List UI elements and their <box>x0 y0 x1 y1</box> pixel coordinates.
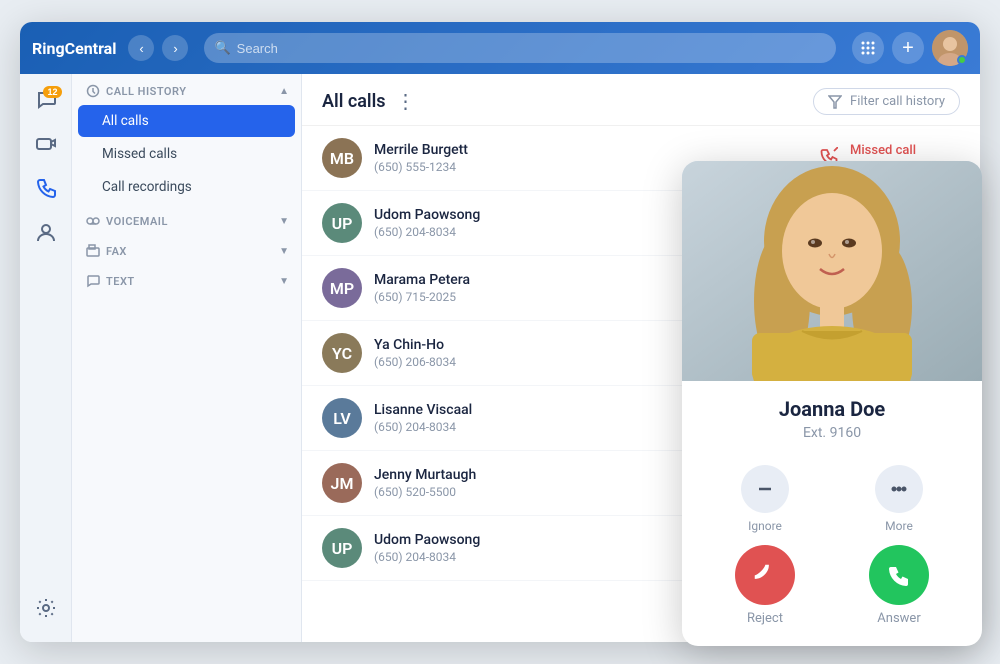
sidebar-icon-phone[interactable] <box>26 170 66 210</box>
call-history-title: CALL HISTORY <box>86 84 187 98</box>
call-avatar: JM <box>322 463 362 503</box>
title-bar: RingCentral ‹ › 🔍 + <box>20 22 980 74</box>
status-online-indicator <box>957 55 967 65</box>
answer-call-action: Answer <box>869 545 929 626</box>
nav-item-missed-calls[interactable]: Missed calls <box>78 138 295 170</box>
video-icon <box>35 133 57 160</box>
settings-icon <box>35 597 57 624</box>
answer-label: Answer <box>877 611 920 626</box>
call-history-collapse-icon: ▲ <box>279 86 289 97</box>
content-title-row: All calls ⋮ <box>322 89 416 114</box>
fax-collapse-icon: ▼ <box>279 246 289 257</box>
sidebar-icons: 12 <box>20 74 72 642</box>
reject-button[interactable] <box>735 545 795 605</box>
search-input[interactable] <box>237 41 826 56</box>
ignore-action: Ignore <box>741 465 789 533</box>
ignore-button[interactable] <box>741 465 789 513</box>
filter-placeholder: Filter call history <box>850 94 945 109</box>
sidebar-icon-contacts[interactable] <box>26 214 66 254</box>
contacts-icon <box>35 221 57 248</box>
popup-info: Joanna Doe Ext. 9160 <box>682 381 982 465</box>
more-label: More <box>885 519 913 533</box>
fax-section-header[interactable]: FAX ▼ <box>72 234 301 264</box>
messages-badge: 12 <box>43 86 61 98</box>
voicemail-title: VOICEMAIL <box>86 214 168 228</box>
filter-bar[interactable]: Filter call history <box>813 88 960 115</box>
answer-button[interactable] <box>869 545 929 605</box>
sidebar-icon-video[interactable] <box>26 126 66 166</box>
caller-name: Joanna Doe <box>698 397 966 421</box>
reject-call-action: Reject <box>735 545 795 626</box>
incoming-call-popup: Joanna Doe Ext. 9160 Ignore More <box>682 161 982 646</box>
more-action: More <box>875 465 923 533</box>
call-avatar: MB <box>322 138 362 178</box>
sidebar-icon-messages[interactable]: 12 <box>26 82 66 122</box>
nav-forward-button[interactable]: › <box>162 35 188 61</box>
more-button[interactable] <box>875 465 923 513</box>
sidebar-bottom <box>26 590 66 642</box>
popup-secondary-actions: Ignore More <box>682 465 982 541</box>
sidebar-icon-settings[interactable] <box>26 590 66 630</box>
voicemail-collapse-icon: ▼ <box>279 216 289 227</box>
page-title: All calls <box>322 91 386 112</box>
popup-call-actions: Reject Answer <box>682 541 982 646</box>
text-section-header[interactable]: TEXT ▼ <box>72 264 301 294</box>
call-name: Merrile Burgett <box>374 142 808 158</box>
call-avatar: MP <box>322 268 362 308</box>
search-bar: 🔍 <box>204 33 836 63</box>
call-avatar: LV <box>322 398 362 438</box>
nav-back-button[interactable]: ‹ <box>128 35 154 61</box>
ignore-label: Ignore <box>748 519 782 533</box>
more-options-button[interactable]: ⋮ <box>396 89 416 114</box>
caller-photo <box>682 161 982 381</box>
nav-panel: CALL HISTORY ▲ All calls Missed calls Ca… <box>72 74 302 642</box>
content-header: All calls ⋮ Filter call history <box>302 74 980 126</box>
caller-extension: Ext. 9160 <box>698 425 966 441</box>
search-icon: 🔍 <box>214 41 230 56</box>
text-collapse-icon: ▼ <box>279 276 289 287</box>
call-type-label: Missed call <box>850 143 960 158</box>
brand-label: RingCentral <box>32 39 116 58</box>
voicemail-section-header[interactable]: VOICEMAIL ▼ <box>72 204 301 234</box>
call-avatar: YC <box>322 333 362 373</box>
nav-item-call-recordings[interactable]: Call recordings <box>78 171 295 203</box>
apps-button[interactable] <box>852 32 884 64</box>
call-avatar: UP <box>322 203 362 243</box>
reject-label: Reject <box>747 611 783 626</box>
user-avatar[interactable] <box>932 30 968 66</box>
call-avatar: UP <box>322 528 362 568</box>
text-title: TEXT <box>86 274 135 288</box>
fax-title: FAX <box>86 244 127 258</box>
phone-active-icon <box>35 177 57 204</box>
nav-item-all-calls[interactable]: All calls <box>78 105 295 137</box>
call-history-section-header[interactable]: CALL HISTORY ▲ <box>72 74 301 104</box>
add-button[interactable]: + <box>892 32 924 64</box>
title-bar-actions: + <box>852 30 968 66</box>
